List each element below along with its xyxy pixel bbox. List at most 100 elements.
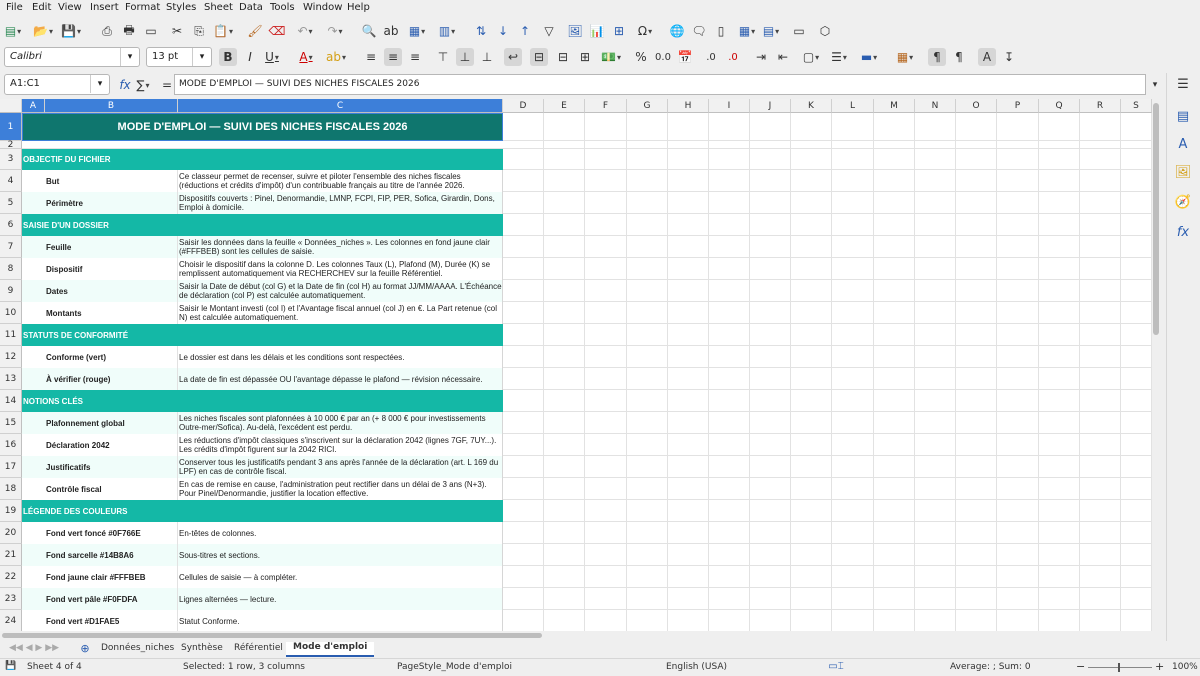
spacer-cell[interactable] (22, 412, 45, 434)
column-header-j[interactable]: J (750, 99, 791, 113)
chevron-down-icon[interactable]: ▾ (120, 48, 139, 66)
border-color-icon[interactable]: ▬ (860, 48, 878, 66)
column-header-m[interactable]: M (874, 99, 915, 113)
label-cell[interactable]: Contrôle fiscal (45, 478, 178, 500)
row-header[interactable]: 22 (0, 566, 22, 588)
find-replace-icon[interactable]: 🔍 (360, 22, 378, 40)
align-right-icon[interactable]: ≡ (406, 48, 424, 66)
label-cell[interactable]: Fond vert pâle #F0FDFA (45, 588, 178, 610)
description-cell[interactable]: En-têtes de colonnes. (178, 522, 503, 544)
paste-icon[interactable]: 📋 (213, 22, 232, 40)
menu-sheet[interactable]: Sheet (204, 2, 233, 13)
column-header-e[interactable]: E (544, 99, 585, 113)
hyperlink-icon[interactable]: 🌐 (668, 22, 686, 40)
row-header[interactable]: 3 (0, 149, 22, 170)
column-header-g[interactable]: G (627, 99, 668, 113)
spacer-cell[interactable] (22, 236, 45, 258)
bold-icon[interactable]: B (219, 48, 237, 66)
row-header[interactable]: 20 (0, 522, 22, 544)
label-cell[interactable]: Périmètre (45, 192, 178, 214)
selection-mode-icon[interactable]: ▭⌶ (826, 659, 846, 673)
sheet-tab[interactable]: Mode d'emploi (286, 642, 375, 657)
zoom-in-icon[interactable]: + (1155, 660, 1164, 673)
row-header[interactable]: 18 (0, 478, 22, 500)
label-cell[interactable]: Montants (45, 302, 178, 324)
sheet-tab[interactable]: Données_niches (101, 643, 174, 653)
row-header[interactable]: 7 (0, 236, 22, 258)
row-header[interactable]: 1 (0, 113, 22, 141)
border-style-icon[interactable]: ☰ (830, 48, 848, 66)
spacer-cell[interactable] (22, 566, 45, 588)
description-cell[interactable]: Les niches fiscales sont plafonnées à 10… (178, 412, 503, 434)
pivot-table-icon[interactable]: ⊞ (610, 22, 628, 40)
align-bottom-icon[interactable]: ⊥ (478, 48, 496, 66)
zoom-slider[interactable] (1088, 667, 1152, 668)
row-header[interactable]: 23 (0, 588, 22, 610)
zoom-out-icon[interactable]: − (1076, 660, 1085, 673)
description-cell[interactable]: Conserver tous les justificatifs pendant… (178, 456, 503, 478)
menu-help[interactable]: Help (347, 2, 370, 13)
column-header-i[interactable]: I (709, 99, 750, 113)
title-cell[interactable]: MODE D'EMPLOI — SUIVI DES NICHES FISCALE… (22, 113, 503, 141)
spacer-cell[interactable] (22, 346, 45, 368)
description-cell[interactable]: En cas de remise en cause, l'administrat… (178, 478, 503, 500)
spacer-cell[interactable] (22, 544, 45, 566)
redo-icon[interactable]: ↷ (326, 22, 344, 40)
row-header[interactable]: 13 (0, 368, 22, 390)
sheet-tab[interactable]: Référentiel (234, 643, 283, 653)
spacer-cell[interactable] (22, 280, 45, 302)
row-header[interactable]: 11 (0, 324, 22, 346)
column-header-a[interactable]: A (22, 99, 45, 113)
merge-center-icon[interactable]: ⊟ (530, 48, 548, 66)
label-cell[interactable]: Plafonnement global (45, 412, 178, 434)
special-character-icon[interactable]: Ω (636, 22, 654, 40)
row-header[interactable]: 5 (0, 192, 22, 214)
sort-descending-icon[interactable]: ↑ (516, 22, 534, 40)
description-cell[interactable]: La date de fin est dépassée OU l'avantag… (178, 368, 503, 390)
row-header[interactable]: 24 (0, 610, 22, 631)
column-header-l[interactable]: L (832, 99, 874, 113)
description-cell[interactable]: Saisir la Date de début (col G) et la Da… (178, 280, 503, 302)
menu-insert[interactable]: Insert (90, 2, 119, 13)
section-heading[interactable]: OBJECTIF DU FICHIER (22, 149, 503, 170)
spacer-cell[interactable] (22, 478, 45, 500)
increase-indent-icon[interactable]: ⇥ (752, 48, 770, 66)
print-preview-icon[interactable]: ▭ (142, 22, 160, 40)
description-cell[interactable]: Ce classeur permet de recenser, suivre e… (178, 170, 503, 192)
section-heading[interactable]: LÉGENDE DES COULEURS (22, 500, 503, 522)
print-icon[interactable]: 🖶 (120, 22, 138, 40)
row-header[interactable]: 10 (0, 302, 22, 324)
column-header-k[interactable]: K (791, 99, 832, 113)
headers-footers-icon[interactable]: ▯ (712, 22, 730, 40)
define-print-area-icon[interactable]: ▦ (738, 22, 756, 40)
column-icon[interactable]: ▥ (438, 22, 456, 40)
spacer-cell[interactable] (22, 192, 45, 214)
section-heading[interactable]: STATUTS DE CONFORMITÉ (22, 324, 503, 346)
font-size-box[interactable]: 13 pt ▾ (146, 47, 212, 67)
menu-file[interactable]: File (6, 2, 23, 13)
copy-icon[interactable]: ⎘ (190, 22, 208, 40)
label-cell[interactable]: Conforme (vert) (45, 346, 178, 368)
left-to-right-icon[interactable]: ¶ (928, 48, 946, 66)
spacer-cell[interactable] (22, 170, 45, 192)
styles-icon[interactable]: A (1174, 135, 1192, 153)
menu-edit[interactable]: Edit (32, 2, 51, 13)
column-header-c[interactable]: C (178, 99, 503, 113)
select-all-corner[interactable] (0, 99, 22, 113)
row-header[interactable]: 16 (0, 434, 22, 456)
row-header[interactable]: 17 (0, 456, 22, 478)
spelling-icon[interactable]: ab (382, 22, 400, 40)
status-language[interactable]: English (USA) (666, 662, 727, 672)
spacer-cell[interactable] (22, 434, 45, 456)
row-header[interactable]: 12 (0, 346, 22, 368)
section-heading[interactable]: NOTIONS CLÉS (22, 390, 503, 412)
spacer-cell[interactable] (22, 456, 45, 478)
date-format-icon[interactable]: 📅 (676, 48, 694, 66)
autofilter-icon[interactable]: ▽ (540, 22, 558, 40)
status-zoom[interactable]: 100% (1172, 662, 1198, 672)
chevron-down-icon[interactable]: ▾ (192, 48, 211, 66)
horizontal-scroll-thumb[interactable] (2, 633, 542, 638)
vertical-scrollbar[interactable] (1152, 99, 1160, 631)
description-cell[interactable]: Le dossier est dans les délais et les co… (178, 346, 503, 368)
spacer-cell[interactable] (22, 258, 45, 280)
